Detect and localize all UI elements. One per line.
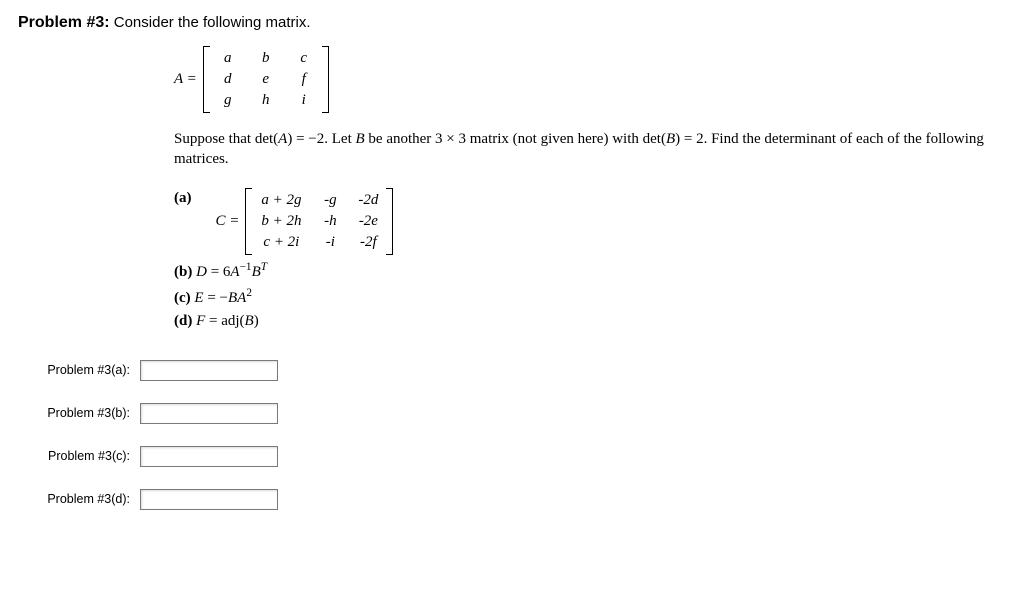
C-cell: a + 2g (251, 190, 311, 211)
premise-text: Suppose that det(A) = −2. Let B be anoth… (174, 129, 1006, 170)
part-c: (c) E = −BA2 (174, 287, 1006, 307)
answer-row-d: Problem #3(d): (18, 489, 1006, 510)
answer-label-a: Problem #3(a): (18, 363, 140, 377)
answer-row-c: Problem #3(c): (18, 446, 1006, 467)
problem-heading: Problem #3: Consider the following matri… (18, 14, 1006, 32)
A-lhs: A = (174, 71, 197, 88)
answer-label-b: Problem #3(b): (18, 406, 140, 420)
A-cell: b (247, 48, 285, 69)
matrix-A-definition: A = a b c d e f g h i (174, 46, 1006, 113)
part-b-label: (b) (174, 264, 192, 280)
answer-label-d: Problem #3(d): (18, 492, 140, 506)
answer-input-b[interactable] (140, 403, 278, 424)
C-cell: -i (311, 232, 349, 253)
A-cell: c (285, 48, 323, 69)
C-cell: -2f (349, 232, 387, 253)
answer-section: Problem #3(a): Problem #3(b): Problem #3… (18, 360, 1006, 510)
part-b-text: D (196, 264, 207, 280)
C-cell: c + 2i (251, 232, 311, 253)
part-a: (a) C = a + 2g -g -2d b + 2h -h -2e c + … (174, 188, 1006, 255)
matrix-C: a + 2g -g -2d b + 2h -h -2e c + 2i -i -2… (245, 188, 393, 255)
C-cell: -2e (349, 211, 387, 232)
C-cell: b + 2h (251, 211, 311, 232)
part-b: (b) D = 6A−1BT (174, 261, 1006, 281)
C-cell: -h (311, 211, 349, 232)
answer-input-d[interactable] (140, 489, 278, 510)
part-d-text: F (196, 313, 205, 329)
problem-number: Problem #3: (18, 14, 110, 31)
matrix-A: a b c d e f g h i (203, 46, 329, 113)
C-cell: -2d (349, 190, 387, 211)
A-cell: i (285, 90, 323, 111)
A-cell: e (247, 69, 285, 90)
part-d-label: (d) (174, 313, 192, 329)
C-lhs: C = (216, 213, 240, 230)
answer-row-b: Problem #3(b): (18, 403, 1006, 424)
problem-title: Consider the following matrix. (110, 14, 311, 31)
A-cell: h (247, 90, 285, 111)
A-cell: f (285, 69, 323, 90)
part-a-label: (a) (174, 188, 192, 207)
A-cell: a (209, 48, 247, 69)
answer-input-a[interactable] (140, 360, 278, 381)
part-c-text: E (194, 290, 203, 306)
part-c-label: (c) (174, 290, 191, 306)
answer-label-c: Problem #3(c): (18, 449, 140, 463)
C-cell: -g (311, 190, 349, 211)
part-d: (d) F = adj(B) (174, 313, 1006, 330)
A-cell: d (209, 69, 247, 90)
answer-input-c[interactable] (140, 446, 278, 467)
A-cell: g (209, 90, 247, 111)
answer-row-a: Problem #3(a): (18, 360, 1006, 381)
